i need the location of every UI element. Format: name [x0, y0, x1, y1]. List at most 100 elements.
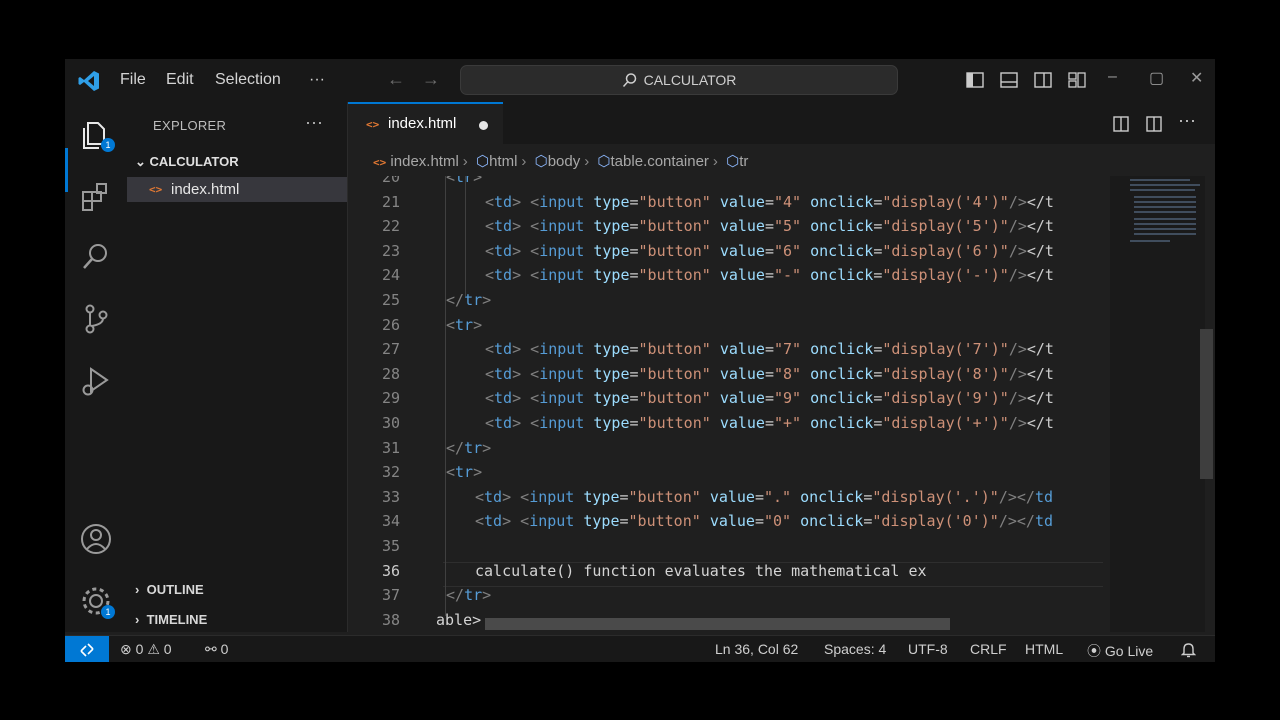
explorer-more-button[interactable]: ··· — [305, 112, 323, 133]
breadcrumb-item[interactable]: html — [489, 153, 517, 170]
horizontal-scrollbar[interactable] — [485, 618, 950, 630]
maximize-button[interactable]: ▢ — [1149, 68, 1164, 88]
close-button[interactable]: ✕ — [1190, 68, 1203, 88]
minimap[interactable] — [1110, 176, 1205, 632]
menu-edit[interactable]: Edit — [166, 71, 194, 89]
remote-icon — [80, 643, 94, 657]
warning-icon: ⚠ — [147, 641, 160, 657]
code-line[interactable]: 25 </tr> — [348, 288, 1108, 313]
folder-label: CALCULATOR — [149, 154, 239, 169]
indentation[interactable]: Spaces: 4 — [824, 641, 886, 657]
tab-label: index.html — [388, 115, 457, 132]
line-number: 31 — [381, 438, 400, 457]
code-text: <td> <input type="button" value="0" oncl… — [475, 512, 1053, 531]
code-line[interactable]: 29 <td> <input type="button" value="9" on… — [348, 386, 1108, 411]
minimap-line — [1130, 189, 1195, 191]
code-line[interactable]: 21 <td> <input type="button" value="4" on… — [348, 190, 1108, 215]
back-arrow-icon[interactable]: ← — [387, 69, 405, 90]
folder-calculator[interactable]: ⌄ CALCULATOR — [135, 154, 239, 170]
breadcrumb-item[interactable]: body — [548, 153, 581, 170]
line-number: 21 — [381, 192, 400, 211]
activity-bar: 1 1 — [65, 102, 127, 632]
vertical-scrollbar[interactable] — [1200, 329, 1213, 479]
editor-more-button[interactable]: ··· — [1178, 110, 1196, 131]
minimize-button[interactable]: – — [1108, 68, 1117, 86]
open-changes-icon[interactable] — [1112, 115, 1130, 133]
html-file-icon: <> — [149, 183, 163, 196]
line-number: 26 — [381, 315, 400, 334]
customize-layout-icon[interactable] — [1068, 71, 1086, 89]
menu-file[interactable]: File — [120, 71, 146, 89]
code-line[interactable]: 24 <td> <input type="button" value="-" on… — [348, 263, 1108, 288]
minimap-line — [1134, 233, 1196, 235]
code-line[interactable]: 26 <tr> — [348, 313, 1108, 338]
error-count: 0 — [135, 641, 144, 657]
remote-indicator[interactable] — [65, 636, 109, 662]
code-line[interactable]: 35 — [348, 534, 1108, 559]
notifications-bell-icon[interactable] — [1181, 642, 1196, 658]
file-item-index-html[interactable]: <> index.html — [127, 177, 347, 202]
minimap-line — [1130, 179, 1190, 181]
breadcrumb-item[interactable]: tr — [739, 153, 748, 170]
code-line[interactable]: 23 <td> <input type="button" value="6" on… — [348, 239, 1108, 264]
settings-badge: 1 — [101, 605, 115, 619]
breadcrumb-item[interactable]: index.html — [390, 153, 458, 170]
line-number: 25 — [381, 291, 400, 309]
toggle-secondary-sidebar-icon[interactable] — [1034, 71, 1052, 89]
code-text: <td> <input type="button" value="+" oncl… — [485, 414, 1054, 432]
code-text: <td> <input type="button" value="." oncl… — [475, 487, 1053, 506]
code-line[interactable]: 33 <td> <input type="button" value="." on… — [348, 485, 1108, 510]
minimap-line — [1134, 206, 1196, 208]
code-editor[interactable]: 20 <tr> 21 <td> <input type="button" value=… — [348, 176, 1108, 632]
encoding[interactable]: UTF-8 — [908, 641, 948, 657]
go-live-button[interactable]: ⦿ Go Live — [1087, 641, 1153, 661]
search-icon — [622, 73, 636, 88]
ports-indicator[interactable]: ⚯ 0 — [205, 641, 228, 658]
explorer-badge: 1 — [101, 138, 115, 152]
code-line[interactable]: 37 </tr> — [348, 583, 1108, 608]
minimap-line — [1134, 223, 1196, 225]
code-line[interactable]: 20 <tr> — [348, 176, 1108, 190]
toggle-panel-icon[interactable] — [1000, 71, 1018, 89]
toggle-primary-sidebar-icon[interactable] — [966, 71, 984, 89]
menu-selection[interactable]: Selection — [215, 71, 281, 89]
tab-index-html[interactable]: <> index.html — [348, 102, 503, 144]
code-line[interactable]: 27 <td> <input type="button" value="7" on… — [348, 337, 1108, 362]
element-icon: ⬡ — [726, 153, 740, 170]
run-debug-icon[interactable] — [79, 364, 113, 398]
title-bar: File Edit Selection ··· ← → CALCULATOR –… — [65, 59, 1215, 102]
accounts-icon[interactable] — [79, 522, 113, 556]
ports-count: 0 — [220, 641, 229, 657]
search-sidebar-icon[interactable] — [79, 240, 113, 274]
outline-section[interactable]: › OUTLINE — [135, 582, 204, 597]
minimap-line — [1134, 218, 1196, 220]
source-control-icon[interactable] — [79, 302, 113, 336]
line-number: 28 — [381, 364, 400, 383]
code-text: <tr> — [446, 176, 483, 186]
breadcrumb-item[interactable]: table.container — [611, 153, 709, 170]
code-line[interactable]: 28 <td> <input type="button" value="8" on… — [348, 362, 1108, 387]
code-line[interactable]: 22 <td> <input type="button" value="5" on… — [348, 214, 1108, 239]
code-line[interactable]: 31 </tr> — [348, 436, 1108, 461]
code-line[interactable]: 34 <td> <input type="button" value="0" on… — [348, 509, 1108, 534]
vscode-window: File Edit Selection ··· ← → CALCULATOR –… — [65, 59, 1215, 662]
forward-arrow-icon[interactable]: → — [422, 69, 440, 90]
code-text: <td> <input type="button" value="7" oncl… — [485, 340, 1054, 359]
extensions-icon[interactable] — [79, 180, 113, 214]
problems-indicator[interactable]: ⊗ 0 ⚠ 0 — [120, 641, 172, 658]
code-text: able> — [436, 610, 482, 629]
command-center-search[interactable]: CALCULATOR — [460, 65, 898, 95]
code-line[interactable]: 36 calculate() function evaluates the mat… — [348, 559, 1108, 584]
code-line[interactable]: 30 <td> <input type="button" value="+" on… — [348, 411, 1108, 436]
split-editor-icon[interactable] — [1145, 115, 1163, 133]
timeline-label: TIMELINE — [146, 612, 208, 627]
breadcrumb: <> index.html › ⬡html › ⬡body › ⬡table.cont… — [373, 153, 749, 170]
explorer-title: EXPLORER — [153, 118, 227, 133]
code-line[interactable]: 32 <tr> — [348, 460, 1108, 485]
timeline-section[interactable]: › TIMELINE — [135, 612, 207, 627]
cursor-position[interactable]: Ln 36, Col 62 — [715, 641, 798, 657]
unsaved-dot-icon[interactable] — [479, 121, 488, 130]
menu-more[interactable]: ··· — [309, 71, 325, 89]
end-of-line[interactable]: CRLF — [970, 641, 1007, 657]
language-mode[interactable]: HTML — [1025, 641, 1063, 657]
